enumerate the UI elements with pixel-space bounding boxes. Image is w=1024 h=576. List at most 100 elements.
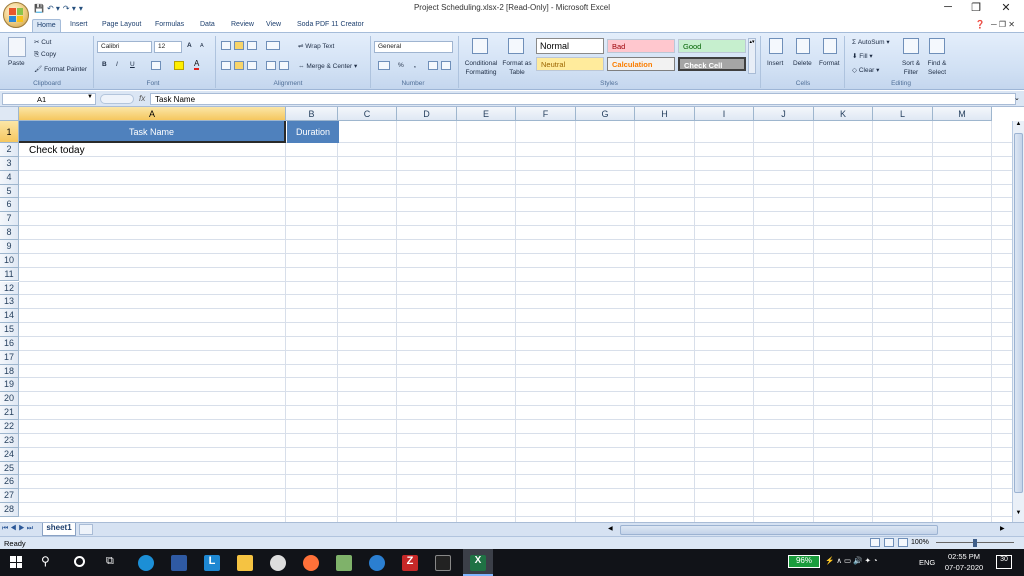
firefox-icon[interactable] bbox=[303, 555, 319, 571]
row-header-23[interactable]: 23 bbox=[0, 433, 19, 448]
cell-a2[interactable]: Check today bbox=[29, 145, 85, 156]
column-header-d[interactable]: D bbox=[397, 107, 457, 121]
row-header-22[interactable]: 22 bbox=[0, 420, 19, 434]
row-header-3[interactable]: 3 bbox=[0, 156, 19, 171]
column-header-m[interactable]: M bbox=[933, 107, 992, 121]
format-as-table-icon[interactable] bbox=[508, 38, 524, 54]
column-header-h[interactable]: H bbox=[635, 107, 695, 121]
shrink-font-button[interactable]: A bbox=[200, 43, 204, 49]
row-header-9[interactable]: 9 bbox=[0, 239, 19, 254]
row-header-18[interactable]: 18 bbox=[0, 364, 19, 379]
clear-button[interactable]: ◇ Clear ▾ bbox=[852, 66, 879, 74]
ribbon-minimize-icon[interactable]: ─ ❐ ✕ bbox=[991, 20, 1015, 29]
format-cells-icon[interactable] bbox=[823, 38, 837, 54]
italic-button[interactable]: I bbox=[116, 61, 118, 68]
column-header-b[interactable]: B bbox=[286, 107, 338, 121]
row-header-10[interactable]: 10 bbox=[0, 253, 19, 268]
battery-indicator[interactable]: 96% bbox=[788, 555, 820, 568]
row-header-16[interactable]: 16 bbox=[0, 336, 19, 351]
page-layout-view-icon[interactable] bbox=[884, 538, 894, 547]
format-painter-button[interactable]: 🖌 Format Painter bbox=[34, 65, 87, 73]
row-header-27[interactable]: 27 bbox=[0, 489, 19, 504]
align-left-icon[interactable] bbox=[221, 61, 231, 70]
normal-view-icon[interactable] bbox=[870, 538, 880, 547]
sort-filter-icon[interactable] bbox=[903, 38, 919, 54]
row-header-17[interactable]: 17 bbox=[0, 350, 19, 365]
fill-button[interactable]: ⬇ Fill ▾ bbox=[852, 52, 873, 60]
sheet-nav-icons[interactable]: ⏮◀▶⏭ bbox=[2, 525, 35, 533]
notification-icon[interactable]: 30 bbox=[996, 555, 1012, 569]
styles-more-icon[interactable]: ▴▾ bbox=[748, 38, 756, 74]
zoom-slider-thumb[interactable] bbox=[973, 539, 977, 547]
app-l-icon[interactable]: L bbox=[204, 555, 220, 571]
row-header-26[interactable]: 26 bbox=[0, 475, 19, 490]
sheet-tab-sheet1[interactable]: sheet1 bbox=[42, 523, 76, 536]
decrease-indent-icon[interactable] bbox=[266, 61, 276, 70]
restore-icon[interactable]: ❐ bbox=[962, 1, 990, 14]
font-name-select[interactable]: Calibri bbox=[97, 41, 152, 53]
column-header-l[interactable]: L bbox=[873, 107, 933, 121]
autosum-button[interactable]: Σ AutoSum ▾ bbox=[852, 38, 890, 46]
paste-button[interactable]: Paste bbox=[8, 60, 25, 67]
row-header-12[interactable]: 12 bbox=[0, 281, 19, 296]
align-bottom-icon[interactable] bbox=[247, 41, 257, 50]
row-header-20[interactable]: 20 bbox=[0, 392, 19, 407]
row-header-7[interactable]: 7 bbox=[0, 212, 19, 227]
row-header-8[interactable]: 8 bbox=[0, 226, 19, 240]
store-icon[interactable] bbox=[171, 555, 187, 571]
cell-a1[interactable]: Task Name bbox=[19, 121, 286, 143]
font-size-select[interactable]: 12 bbox=[154, 41, 182, 53]
chrome-icon[interactable] bbox=[270, 555, 286, 571]
row-header-21[interactable]: 21 bbox=[0, 406, 19, 420]
formula-input[interactable]: Task Name bbox=[150, 93, 1016, 105]
zoom-level[interactable]: 100% bbox=[911, 539, 929, 546]
style-neutral[interactable]: Neutral bbox=[536, 57, 604, 71]
clock-time[interactable]: 02:55 PM bbox=[944, 552, 984, 561]
row-header-6[interactable]: 6 bbox=[0, 198, 19, 213]
select-all-corner[interactable] bbox=[0, 107, 19, 121]
horizontal-scroll-thumb[interactable] bbox=[620, 525, 938, 535]
row-header-4[interactable]: 4 bbox=[0, 170, 19, 185]
percent-button[interactable]: % bbox=[398, 62, 404, 69]
conditional-formatting-button[interactable]: Conditional Formatting bbox=[462, 59, 500, 77]
align-center-icon[interactable] bbox=[234, 61, 244, 70]
conditional-formatting-icon[interactable] bbox=[472, 38, 488, 54]
bold-button[interactable]: B bbox=[102, 61, 107, 68]
delete-cells-button[interactable]: Delete bbox=[793, 60, 812, 67]
edge-icon[interactable] bbox=[138, 555, 154, 571]
tab-data[interactable]: Data bbox=[196, 19, 219, 32]
minimize-icon[interactable]: ─ bbox=[934, 1, 962, 13]
tab-review[interactable]: Review bbox=[227, 19, 258, 32]
wrap-text-button[interactable]: ⇌ Wrap Text bbox=[298, 42, 334, 50]
insert-function-icon[interactable]: fx bbox=[139, 94, 145, 103]
tab-formulas[interactable]: Formulas bbox=[151, 19, 188, 32]
borders-icon[interactable] bbox=[151, 61, 161, 70]
tray-icons[interactable]: ⚡ ∧ ▭ 🔊 ✦ ◔ bbox=[825, 556, 878, 565]
language-indicator[interactable]: ENG bbox=[919, 558, 935, 567]
sort-filter-button[interactable]: Sort & Filter bbox=[899, 59, 923, 77]
expand-formula-bar-icon[interactable]: ⌄ bbox=[1014, 94, 1020, 102]
underline-button[interactable]: U bbox=[130, 61, 135, 68]
worksheet-grid[interactable]: ABCDEFGHIJKLM 1 2 3 4 5 6 7 8 9 10 11 12 13 14 15 16 17 1… bbox=[0, 107, 1024, 522]
name-box-dropdown-icon[interactable]: ▼ bbox=[87, 94, 93, 100]
paste-icon[interactable] bbox=[8, 37, 26, 57]
row-header-11[interactable]: 11 bbox=[0, 267, 19, 282]
style-bad[interactable]: Bad bbox=[607, 39, 675, 53]
formula-bar-toggle[interactable] bbox=[100, 94, 134, 104]
tab-home[interactable]: Home bbox=[32, 19, 61, 32]
cortana-icon[interactable] bbox=[74, 556, 85, 567]
tab-page-layout[interactable]: Page Layout bbox=[98, 19, 145, 32]
row-header-1[interactable]: 1 bbox=[0, 121, 19, 143]
row-header-28[interactable]: 28 bbox=[0, 503, 19, 517]
column-header-k[interactable]: K bbox=[814, 107, 873, 121]
office-button[interactable] bbox=[3, 2, 29, 28]
app-icon[interactable] bbox=[336, 555, 352, 571]
vertical-scrollbar[interactable]: ▲ ▼ bbox=[1012, 121, 1024, 522]
delete-cells-icon[interactable] bbox=[796, 38, 810, 54]
cell-b1[interactable]: Duration bbox=[287, 121, 339, 143]
vertical-scroll-thumb[interactable] bbox=[1014, 133, 1023, 493]
scroll-up-icon[interactable]: ▲ bbox=[1014, 121, 1023, 131]
row-header-25[interactable]: 25 bbox=[0, 461, 19, 476]
row-header-14[interactable]: 14 bbox=[0, 309, 19, 324]
find-select-button[interactable]: Find & Select bbox=[925, 59, 949, 77]
